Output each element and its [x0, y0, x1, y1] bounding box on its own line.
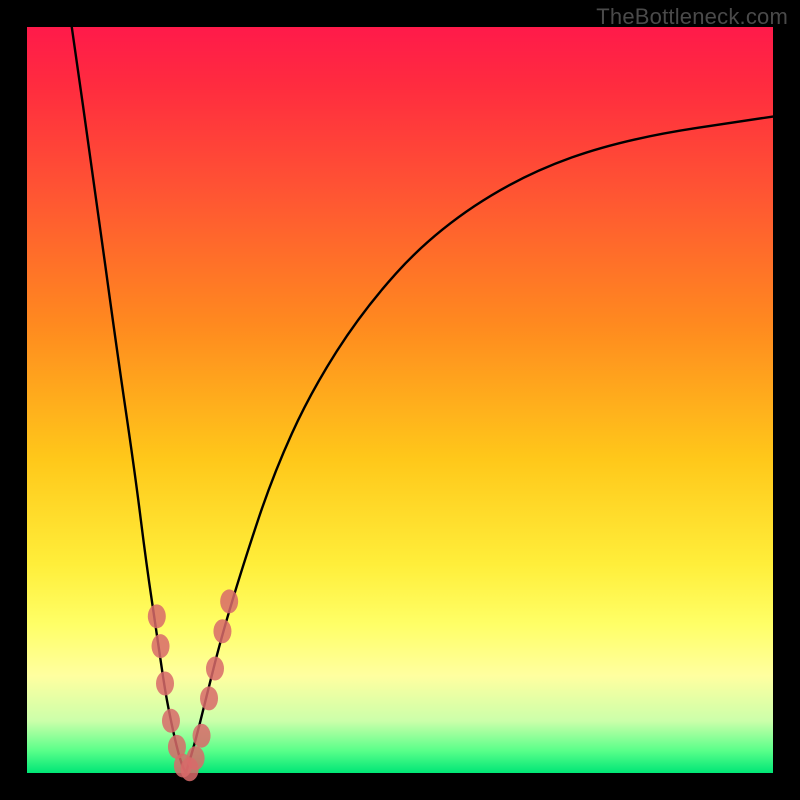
bottleneck-curve-chart [27, 27, 773, 773]
marker-point [162, 709, 180, 733]
marker-point [156, 671, 174, 695]
marker-point [193, 724, 211, 748]
marker-point [220, 589, 238, 613]
curve-right-branch [186, 117, 773, 773]
marker-point [206, 657, 224, 681]
marker-point [187, 746, 205, 770]
marker-point [213, 619, 231, 643]
curve-left-branch [72, 27, 186, 773]
marker-point [152, 634, 170, 658]
marker-point [148, 604, 166, 628]
marker-point [200, 686, 218, 710]
highlight-markers [148, 589, 238, 781]
